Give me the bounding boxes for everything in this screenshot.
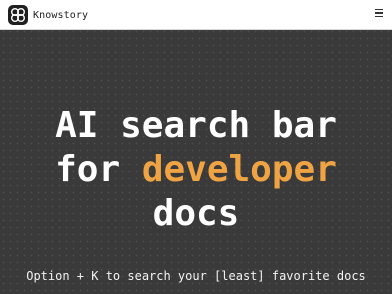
brand-link[interactable]: Knowstory: [8, 5, 88, 25]
headline-line-1: AI search bar: [55, 105, 337, 146]
headline-line-3: docs: [152, 193, 240, 234]
hero-subheadline: Option + K to search your [least] favori…: [26, 269, 366, 283]
knot-logo-icon: [8, 5, 28, 25]
brand-name: Knowstory: [33, 9, 89, 21]
hamburger-menu-icon[interactable]: [374, 9, 384, 19]
navbar: Knowstory: [0, 0, 392, 30]
headline-line-2: for developer: [0, 148, 392, 192]
headline-line-2-prefix: for: [55, 149, 142, 190]
headline-accent-word: developer: [141, 149, 337, 190]
hero-headline: AI search bar for developer docs: [0, 104, 392, 236]
hero-section: AI search bar for developer docs Option …: [0, 30, 392, 294]
page: Knowstory AI search bar for developer do…: [0, 0, 392, 294]
